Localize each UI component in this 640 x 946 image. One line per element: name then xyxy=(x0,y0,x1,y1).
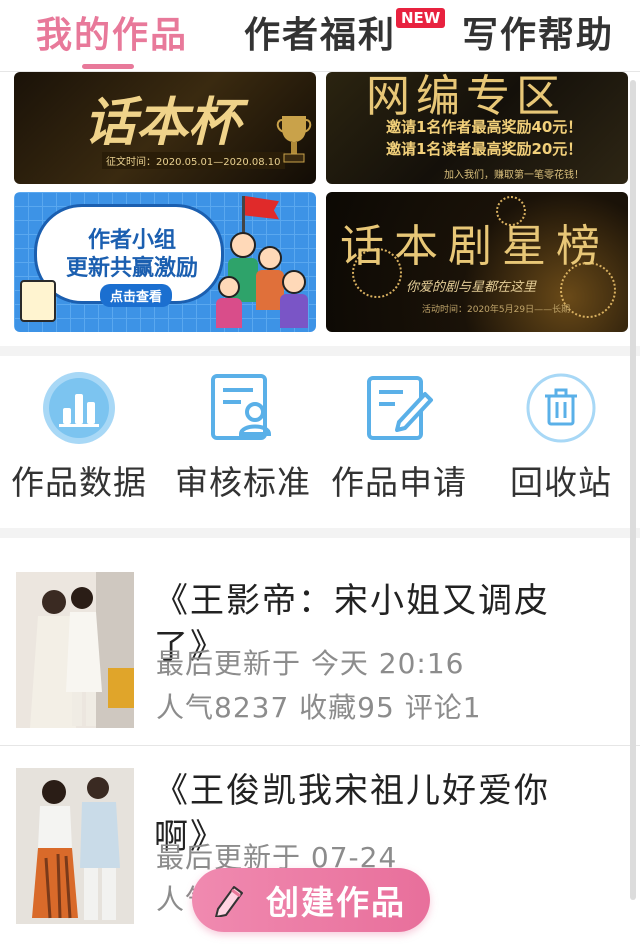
banner-title: 话本剧星榜 xyxy=(340,221,610,272)
tab-author-benefits[interactable]: 作者福利 xyxy=(244,6,396,58)
banner-subtext: 你爱的剧与星都在这里 xyxy=(406,280,537,295)
banner-editor-zone[interactable]: 网编专区 邀请1名作者最高奖励40元！ 邀请1名读者最高奖励20元！ 加入我们，… xyxy=(326,72,628,184)
banner-date: 活动时间：2020年5月29日——长期 xyxy=(422,305,571,315)
red-flag-icon xyxy=(245,196,279,220)
tab-writing-help[interactable]: 写作帮助 xyxy=(462,6,614,58)
cartoon-kid xyxy=(218,276,240,298)
banner-line: 邀请1名作者最高奖励40元！ xyxy=(386,118,583,136)
cartoon-kid xyxy=(282,270,306,294)
scrollbar[interactable] xyxy=(630,80,636,900)
create-work-label: 创建作品 xyxy=(266,883,406,922)
work-last-updated: 最后更新于 今天 20:16 xyxy=(156,647,465,680)
trophy-icon xyxy=(276,116,312,163)
cartoon-kid xyxy=(258,246,282,270)
clipboard-icon xyxy=(20,280,56,322)
tool-label: 回收站 xyxy=(510,463,612,502)
tool-works-data[interactable]: 作品数据 xyxy=(4,372,154,504)
create-work-button[interactable]: 创建作品 xyxy=(192,868,430,932)
review-standard-icon xyxy=(207,372,279,444)
new-badge: NEW xyxy=(396,8,446,28)
view-details-button[interactable]: 点击查看 xyxy=(100,284,173,307)
pencil-icon xyxy=(215,886,243,917)
banner-line: 更新共赢激励 xyxy=(66,256,199,281)
tool-label: 作品申请 xyxy=(331,463,467,502)
top-tab-bar: 我的作品 作者福利 NEW 写作帮助 xyxy=(0,0,640,72)
cartoon-kid-body xyxy=(216,298,242,328)
work-cover-image xyxy=(16,768,134,924)
banner-author-group[interactable]: 作者小组 更新共赢激励 点击查看 xyxy=(14,192,316,332)
section-divider xyxy=(0,346,640,356)
trash-icon xyxy=(525,372,597,444)
edit-document-icon xyxy=(363,372,435,444)
banner-subtext: 加入我们，赚取第一笔零花钱！ xyxy=(444,170,584,181)
tab-my-works[interactable]: 我的作品 xyxy=(36,6,188,58)
work-cover-image xyxy=(16,572,134,728)
tool-works-apply[interactable]: 作品申请 xyxy=(324,372,474,504)
cartoon-kid-body xyxy=(280,294,308,328)
banner-huaben-cup[interactable]: 话本杯 征文时间：2020.05.01—2020.08.10 xyxy=(14,72,316,184)
work-list-item[interactable]: 《王影帝：宋小姐又调皮了》 最后更新于 今天 20:16 人气8237 收藏95… xyxy=(0,546,640,746)
cartoon-kid xyxy=(230,232,256,258)
banner-drama-star-chart[interactable]: 话本剧星榜 你爱的剧与星都在这里 活动时间：2020年5月29日——长期 xyxy=(326,192,628,332)
tool-review-standard[interactable]: 审核标准 xyxy=(168,372,318,504)
bar-chart-icon xyxy=(43,372,115,444)
banner-title: 话本杯 xyxy=(84,92,241,153)
active-tab-indicator xyxy=(82,64,134,69)
tool-label: 作品数据 xyxy=(11,463,147,502)
tool-recycle-bin[interactable]: 回收站 xyxy=(486,372,636,504)
banner-line: 邀请1名读者最高奖励20元！ xyxy=(386,140,583,158)
tool-label: 审核标准 xyxy=(175,463,311,502)
banner-date: 征文时间：2020.05.01—2020.08.10 xyxy=(102,152,285,169)
section-divider xyxy=(0,528,640,538)
work-stats: 人气8237 收藏95 评论1 xyxy=(156,691,482,724)
